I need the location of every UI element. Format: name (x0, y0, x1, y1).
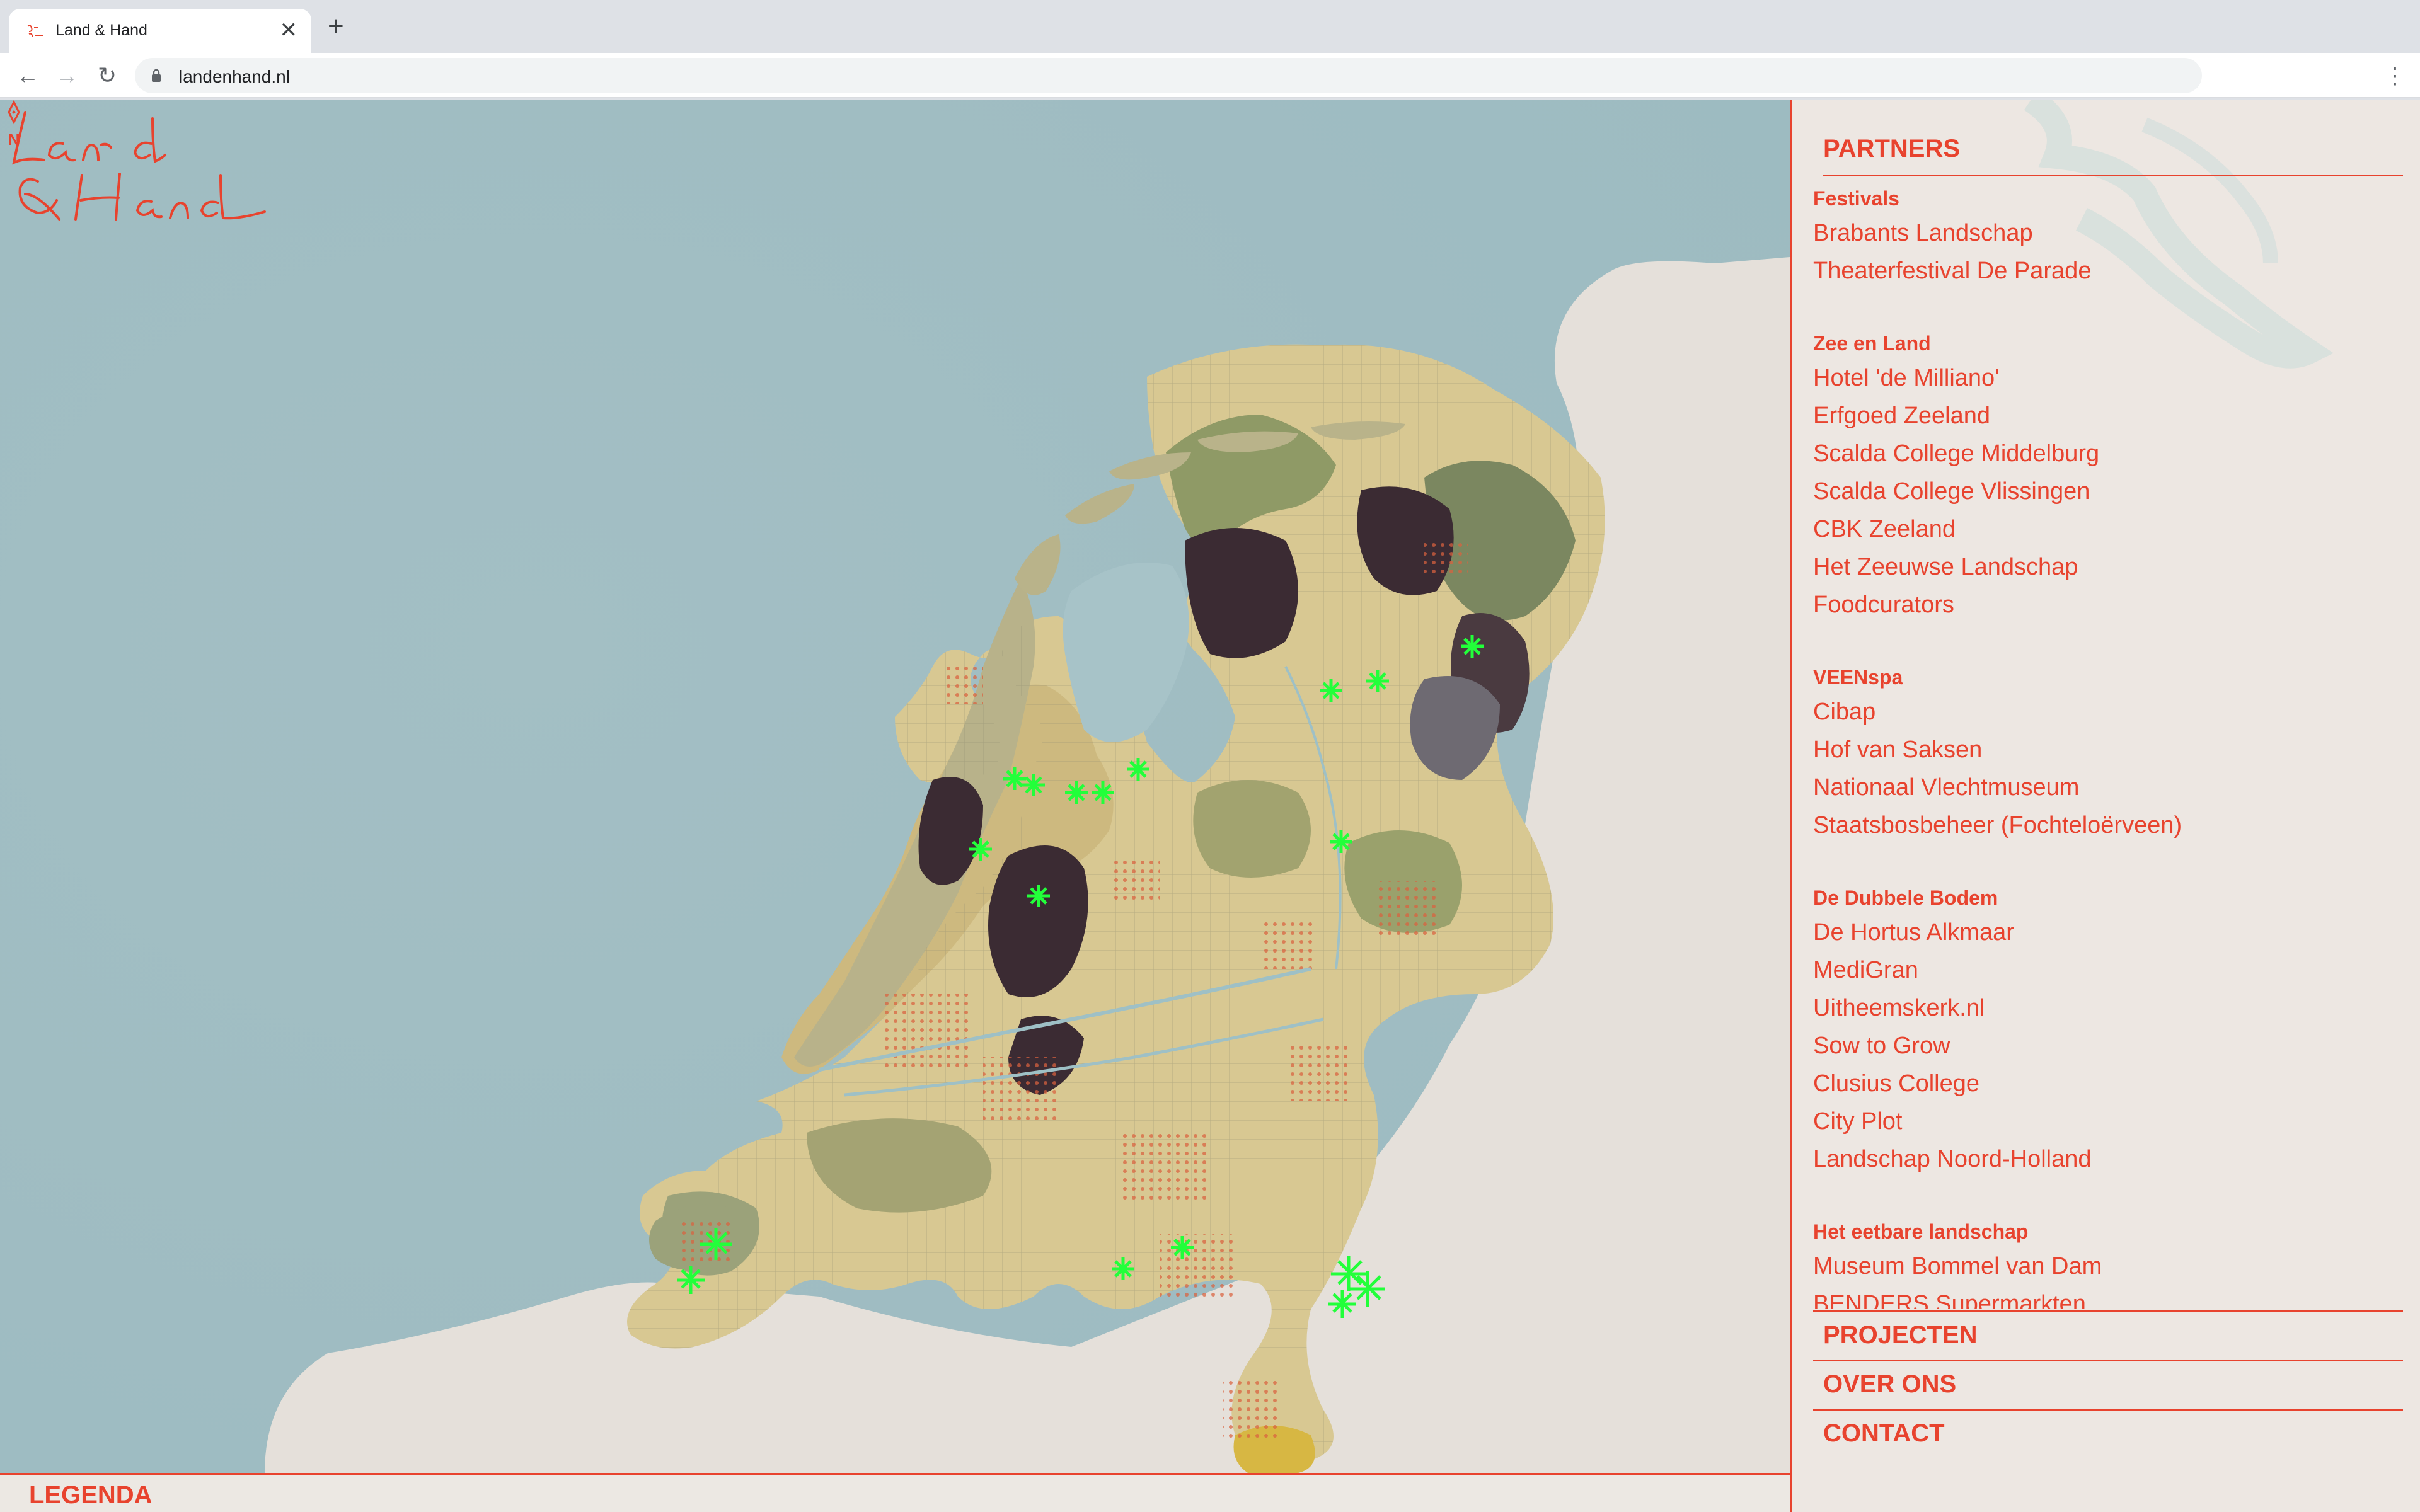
group-title: De Dubbele Bodem (1813, 886, 1998, 909)
partner-link[interactable]: Scalda College Vlissingen (1813, 472, 2406, 510)
address-bar[interactable]: landenhand.nl (135, 58, 2202, 93)
legend-label[interactable]: LEGENDA (29, 1481, 153, 1509)
reload-icon[interactable]: ↻ (91, 59, 124, 92)
netherlands-map-graphic (0, 100, 1790, 1473)
partner-link[interactable]: Hof van Saksen (1813, 731, 2406, 769)
partner-group-het-eetbare-landschap: Het eetbare landschap Museum Bommel van … (1813, 1216, 2406, 1309)
group-title: Zee en Land (1813, 332, 1931, 355)
browser-tab-bar: Land & Hand ✕ + (0, 0, 2420, 53)
partner-link[interactable]: Het Zeeuwse Landschap (1813, 548, 2406, 586)
nav-projecten[interactable]: PROJECTEN (1813, 1310, 2403, 1360)
compass-icon: N (8, 100, 20, 149)
partner-link[interactable]: Theaterfestival De Parade (1813, 252, 2406, 290)
url-text: landenhand.nl (179, 67, 290, 86)
partners-title: PARTNERS (1823, 135, 1961, 163)
partner-group-festivals: Festivals Brabants Landschap Theaterfest… (1813, 183, 2406, 290)
group-title: VEENspa (1813, 666, 1903, 689)
group-title: Het eetbare landschap (1813, 1220, 2029, 1243)
partner-link[interactable]: Sow to Grow (1813, 1027, 2406, 1065)
partner-link[interactable]: Museum Bommel van Dam (1813, 1247, 2406, 1285)
partner-link[interactable]: Landschap Noord-Holland (1813, 1140, 2406, 1178)
partner-link[interactable]: Cibap (1813, 693, 2406, 731)
back-icon[interactable]: ← (11, 59, 44, 92)
nav-contact[interactable]: CONTACT (1813, 1409, 2403, 1458)
partner-group-zee-en-land: Zee en Land Hotel 'de Milliano' Erfgoed … (1813, 328, 2406, 624)
partner-link[interactable]: Nationaal Vlechtmuseum (1813, 769, 2406, 806)
map[interactable]: N (0, 100, 1790, 1473)
partner-link[interactable]: Erfgoed Zeeland (1813, 397, 2406, 435)
partner-link[interactable]: BENDERS Supermarkten (1813, 1285, 2406, 1309)
site-favicon-icon (27, 25, 43, 37)
tab-title: Land & Hand (55, 21, 147, 39)
partner-link[interactable]: City Plot (1813, 1102, 2406, 1140)
partner-link[interactable]: Brabants Landschap (1813, 214, 2406, 252)
land-hand-logo[interactable] (0, 100, 277, 238)
compass-label: N (8, 130, 20, 149)
lock-icon (152, 69, 161, 82)
partner-group-veenspa: VEENspa Cibap Hof van Saksen Nationaal V… (1813, 662, 2406, 844)
partner-link[interactable]: Staatsbosbeheer (Fochteloërveen) (1813, 806, 2406, 844)
browser-toolbar: ← → ↻ landenhand.nl ⋮ (0, 53, 2420, 98)
browser-menu-icon[interactable]: ⋮ (2383, 59, 2406, 92)
partner-link[interactable]: Uitheemskerk.nl (1813, 989, 2406, 1027)
partner-link[interactable]: Clusius College (1813, 1065, 2406, 1102)
partner-link[interactable]: Scalda College Middelburg (1813, 435, 2406, 472)
partner-link[interactable]: MediGran (1813, 951, 2406, 989)
partners-header[interactable]: PARTNERS (1823, 117, 2403, 176)
partner-group-de-dubbele-bodem: De Dubbele Bodem De Hortus Alkmaar MediG… (1813, 882, 2406, 1178)
partner-link[interactable]: De Hortus Alkmaar (1813, 914, 2406, 951)
page: N LEGENDA PARTNERS Festivals Brabants La… (0, 100, 2420, 1512)
legend-bar[interactable]: LEGENDA (0, 1473, 1790, 1512)
new-tab-icon[interactable]: + (328, 13, 344, 40)
browser-tab[interactable]: Land & Hand ✕ (9, 9, 311, 53)
partner-link[interactable]: CBK Zeeland (1813, 510, 2406, 548)
partner-link[interactable]: Foodcurators (1813, 586, 2406, 624)
forward-icon[interactable]: → (50, 59, 83, 92)
tab-close-icon[interactable]: ✕ (280, 18, 298, 43)
group-title: Festivals (1813, 187, 1899, 210)
sidebar: PARTNERS Festivals Brabants Landschap Th… (1790, 100, 2420, 1512)
nav-over-ons[interactable]: OVER ONS (1813, 1360, 2403, 1409)
partners-list[interactable]: Festivals Brabants Landschap Theaterfest… (1813, 175, 2406, 1309)
partner-link[interactable]: Hotel 'de Milliano' (1813, 359, 2406, 397)
